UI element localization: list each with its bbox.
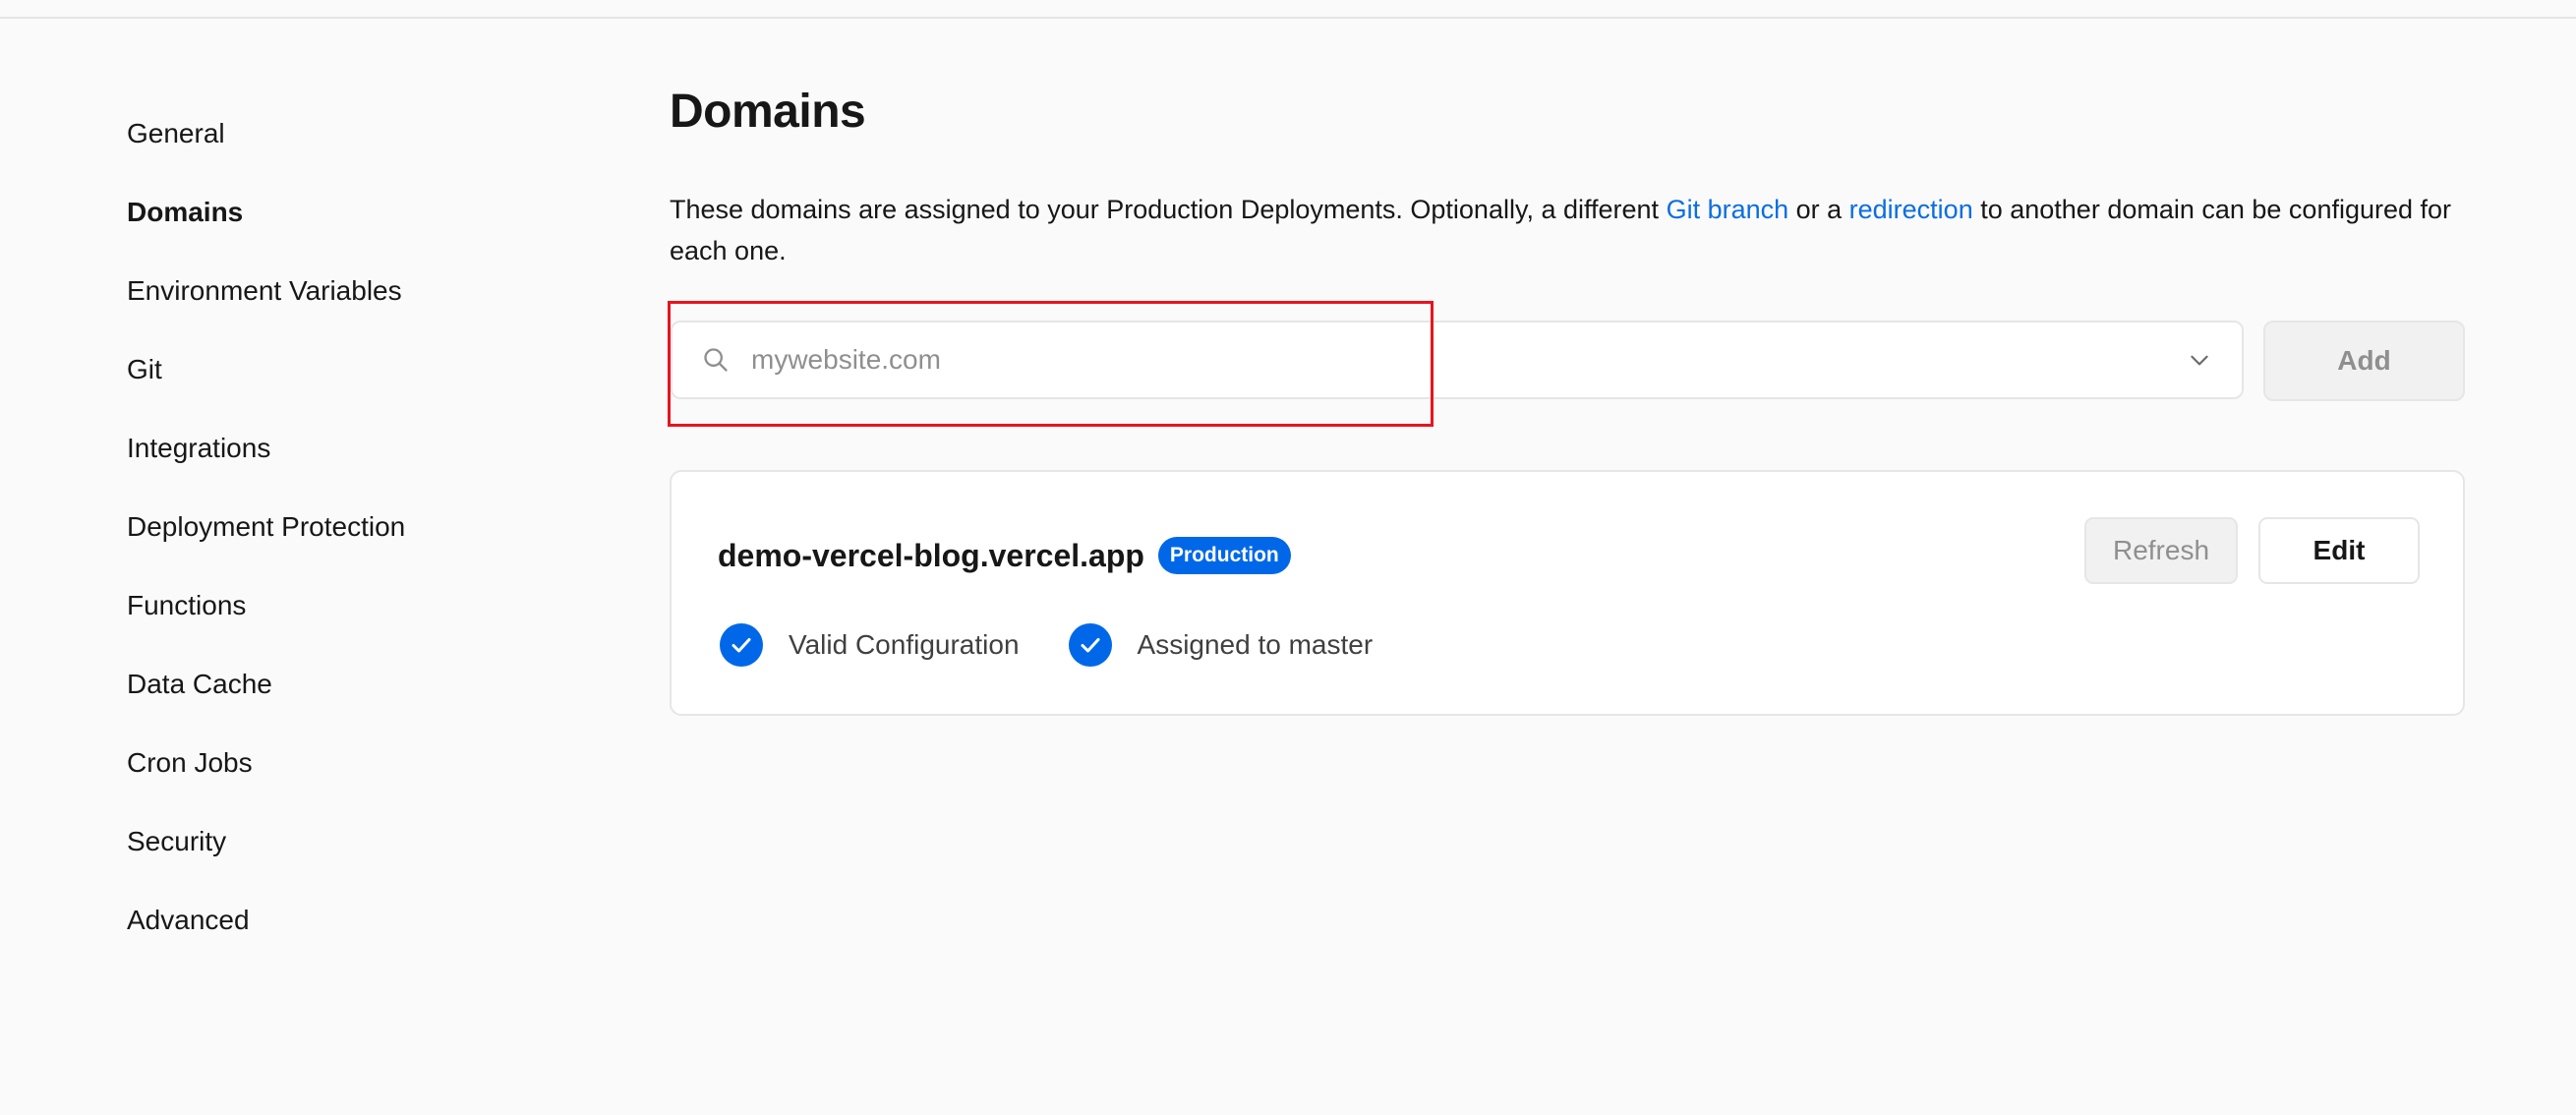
sidebar-item-functions[interactable]: Functions (127, 566, 540, 645)
add-domain-button[interactable]: Add (2263, 321, 2465, 401)
chevron-down-icon[interactable] (2187, 347, 2212, 373)
refresh-button[interactable]: Refresh (2084, 517, 2238, 584)
status-valid-configuration: Valid Configuration (720, 623, 1020, 667)
production-badge: Production (1157, 537, 1291, 574)
description-text-1: These domains are assigned to your Produ… (670, 195, 1667, 224)
page-title: Domains (670, 86, 866, 138)
domain-card: demo-vercel-blog.vercel.app Production V… (670, 470, 2465, 716)
check-circle-icon (720, 623, 763, 667)
sidebar-item-git[interactable]: Git (127, 330, 540, 409)
sidebar-item-general[interactable]: General (127, 94, 540, 173)
status-label: Valid Configuration (789, 629, 1020, 660)
edit-button[interactable]: Edit (2258, 517, 2420, 584)
status-assigned-branch: Assigned to master (1068, 623, 1374, 667)
domain-name-link[interactable]: demo-vercel-blog.vercel.app (718, 538, 1144, 574)
search-icon (704, 348, 728, 372)
sidebar-item-security[interactable]: Security (127, 802, 540, 881)
sidebar-item-environment-variables[interactable]: Environment Variables (127, 252, 540, 330)
top-divider (0, 17, 2576, 19)
sidebar-item-data-cache[interactable]: Data Cache (127, 645, 540, 724)
settings-sidebar: General Domains Environment Variables Gi… (127, 94, 540, 960)
sidebar-item-cron-jobs[interactable]: Cron Jobs (127, 724, 540, 802)
domain-input[interactable] (751, 330, 2187, 389)
sidebar-item-advanced[interactable]: Advanced (127, 881, 540, 960)
sidebar-item-integrations[interactable]: Integrations (127, 409, 540, 488)
description-text-2: or a (1788, 195, 1849, 224)
redirection-link[interactable]: redirection (1849, 195, 1973, 224)
domain-input-box[interactable] (671, 321, 2244, 399)
git-branch-link[interactable]: Git branch (1667, 195, 1789, 224)
check-circle-icon (1068, 623, 1112, 667)
status-label: Assigned to master (1137, 629, 1374, 660)
domain-header: demo-vercel-blog.vercel.app Production (718, 537, 1291, 574)
sidebar-item-deployment-protection[interactable]: Deployment Protection (127, 488, 540, 566)
page-description: These domains are assigned to your Produ… (670, 189, 2465, 271)
sidebar-item-domains[interactable]: Domains (127, 173, 540, 252)
domain-status-list: Valid Configuration Assigned to master (720, 623, 1422, 667)
